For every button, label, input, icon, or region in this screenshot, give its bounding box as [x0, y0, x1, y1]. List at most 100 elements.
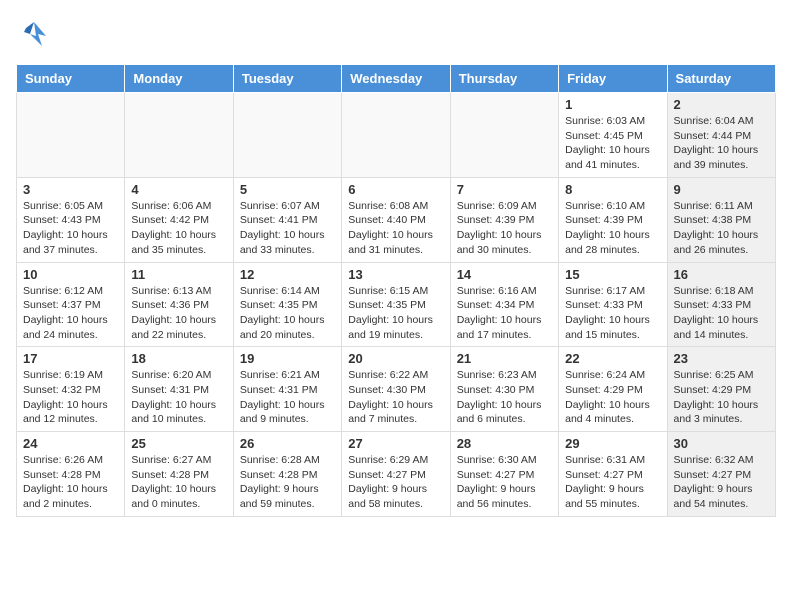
- day-number: 30: [674, 436, 769, 451]
- calendar-cell: 28 Sunrise: 6:30 AM Sunset: 4:27 PM Dayli…: [450, 432, 558, 517]
- day-info: Sunrise: 6:04 AM Sunset: 4:44 PM Dayligh…: [674, 114, 769, 173]
- day-info: Sunrise: 6:11 AM Sunset: 4:38 PM Dayligh…: [674, 199, 769, 258]
- calendar-cell: 14 Sunrise: 6:16 AM Sunset: 4:34 PM Dayli…: [450, 262, 558, 347]
- calendar-cell: 30 Sunrise: 6:32 AM Sunset: 4:27 PM Dayli…: [667, 432, 775, 517]
- day-info: Sunrise: 6:29 AM Sunset: 4:27 PM Dayligh…: [348, 453, 443, 512]
- day-number: 29: [565, 436, 660, 451]
- day-info: Sunrise: 6:24 AM Sunset: 4:29 PM Dayligh…: [565, 368, 660, 427]
- day-info: Sunrise: 6:26 AM Sunset: 4:28 PM Dayligh…: [23, 453, 118, 512]
- calendar-week-3: 17 Sunrise: 6:19 AM Sunset: 4:32 PM Dayli…: [17, 347, 776, 432]
- calendar-cell: [342, 93, 450, 178]
- calendar-cell: 16 Sunrise: 6:18 AM Sunset: 4:33 PM Dayli…: [667, 262, 775, 347]
- calendar: SundayMondayTuesdayWednesdayThursdayFrid…: [16, 64, 776, 517]
- calendar-cell: [233, 93, 341, 178]
- day-number: 5: [240, 182, 335, 197]
- page: SundayMondayTuesdayWednesdayThursdayFrid…: [0, 0, 792, 533]
- calendar-week-0: 1Sunrise: 6:03 AM Sunset: 4:45 PM Daylig…: [17, 93, 776, 178]
- day-number: 21: [457, 351, 552, 366]
- day-info: Sunrise: 6:15 AM Sunset: 4:35 PM Dayligh…: [348, 284, 443, 343]
- day-info: Sunrise: 6:19 AM Sunset: 4:32 PM Dayligh…: [23, 368, 118, 427]
- day-info: Sunrise: 6:22 AM Sunset: 4:30 PM Dayligh…: [348, 368, 443, 427]
- day-info: Sunrise: 6:25 AM Sunset: 4:29 PM Dayligh…: [674, 368, 769, 427]
- day-info: Sunrise: 6:08 AM Sunset: 4:40 PM Dayligh…: [348, 199, 443, 258]
- day-info: Sunrise: 6:09 AM Sunset: 4:39 PM Dayligh…: [457, 199, 552, 258]
- day-number: 7: [457, 182, 552, 197]
- day-number: 23: [674, 351, 769, 366]
- day-number: 13: [348, 267, 443, 282]
- day-info: Sunrise: 6:32 AM Sunset: 4:27 PM Dayligh…: [674, 453, 769, 512]
- calendar-cell: 20 Sunrise: 6:22 AM Sunset: 4:30 PM Dayli…: [342, 347, 450, 432]
- day-number: 27: [348, 436, 443, 451]
- calendar-week-1: 3 Sunrise: 6:05 AM Sunset: 4:43 PM Daylig…: [17, 177, 776, 262]
- calendar-cell: 1Sunrise: 6:03 AM Sunset: 4:45 PM Daylig…: [559, 93, 667, 178]
- calendar-cell: 27 Sunrise: 6:29 AM Sunset: 4:27 PM Dayli…: [342, 432, 450, 517]
- day-header-thursday: Thursday: [450, 65, 558, 93]
- calendar-cell: 11 Sunrise: 6:13 AM Sunset: 4:36 PM Dayli…: [125, 262, 233, 347]
- day-info: Sunrise: 6:27 AM Sunset: 4:28 PM Dayligh…: [131, 453, 226, 512]
- day-header-wednesday: Wednesday: [342, 65, 450, 93]
- day-info: Sunrise: 6:17 AM Sunset: 4:33 PM Dayligh…: [565, 284, 660, 343]
- day-info: Sunrise: 6:07 AM Sunset: 4:41 PM Dayligh…: [240, 199, 335, 258]
- calendar-cell: [125, 93, 233, 178]
- day-number: 16: [674, 267, 769, 282]
- calendar-cell: 21Sunrise: 6:23 AM Sunset: 4:30 PM Dayli…: [450, 347, 558, 432]
- day-info: Sunrise: 6:28 AM Sunset: 4:28 PM Dayligh…: [240, 453, 335, 512]
- calendar-cell: 8 Sunrise: 6:10 AM Sunset: 4:39 PM Daylig…: [559, 177, 667, 262]
- calendar-cell: 18Sunrise: 6:20 AM Sunset: 4:31 PM Dayli…: [125, 347, 233, 432]
- day-info: Sunrise: 6:30 AM Sunset: 4:27 PM Dayligh…: [457, 453, 552, 512]
- calendar-cell: 17 Sunrise: 6:19 AM Sunset: 4:32 PM Dayli…: [17, 347, 125, 432]
- day-info: Sunrise: 6:31 AM Sunset: 4:27 PM Dayligh…: [565, 453, 660, 512]
- day-number: 15: [565, 267, 660, 282]
- day-header-sunday: Sunday: [17, 65, 125, 93]
- calendar-cell: 6Sunrise: 6:08 AM Sunset: 4:40 PM Daylig…: [342, 177, 450, 262]
- day-number: 2: [674, 97, 769, 112]
- logo-icon: [16, 16, 52, 52]
- day-info: Sunrise: 6:10 AM Sunset: 4:39 PM Dayligh…: [565, 199, 660, 258]
- day-info: Sunrise: 6:16 AM Sunset: 4:34 PM Dayligh…: [457, 284, 552, 343]
- calendar-cell: 2 Sunrise: 6:04 AM Sunset: 4:44 PM Daylig…: [667, 93, 775, 178]
- day-info: Sunrise: 6:14 AM Sunset: 4:35 PM Dayligh…: [240, 284, 335, 343]
- day-header-monday: Monday: [125, 65, 233, 93]
- calendar-header-row: SundayMondayTuesdayWednesdayThursdayFrid…: [17, 65, 776, 93]
- day-number: 19: [240, 351, 335, 366]
- day-info: Sunrise: 6:13 AM Sunset: 4:36 PM Dayligh…: [131, 284, 226, 343]
- calendar-cell: 13 Sunrise: 6:15 AM Sunset: 4:35 PM Dayli…: [342, 262, 450, 347]
- calendar-cell: [17, 93, 125, 178]
- day-number: 22: [565, 351, 660, 366]
- day-info: Sunrise: 6:20 AM Sunset: 4:31 PM Dayligh…: [131, 368, 226, 427]
- day-info: Sunrise: 6:18 AM Sunset: 4:33 PM Dayligh…: [674, 284, 769, 343]
- day-number: 12: [240, 267, 335, 282]
- calendar-cell: 7 Sunrise: 6:09 AM Sunset: 4:39 PM Daylig…: [450, 177, 558, 262]
- day-number: 9: [674, 182, 769, 197]
- day-header-tuesday: Tuesday: [233, 65, 341, 93]
- calendar-cell: 12 Sunrise: 6:14 AM Sunset: 4:35 PM Dayli…: [233, 262, 341, 347]
- day-info: Sunrise: 6:03 AM Sunset: 4:45 PM Dayligh…: [565, 114, 660, 173]
- day-number: 4: [131, 182, 226, 197]
- day-number: 28: [457, 436, 552, 451]
- calendar-week-4: 24 Sunrise: 6:26 AM Sunset: 4:28 PM Dayli…: [17, 432, 776, 517]
- header: [16, 16, 776, 52]
- day-number: 10: [23, 267, 118, 282]
- calendar-cell: 23 Sunrise: 6:25 AM Sunset: 4:29 PM Dayli…: [667, 347, 775, 432]
- day-number: 17: [23, 351, 118, 366]
- day-number: 11: [131, 267, 226, 282]
- day-info: Sunrise: 6:06 AM Sunset: 4:42 PM Dayligh…: [131, 199, 226, 258]
- day-number: 3: [23, 182, 118, 197]
- calendar-cell: 24 Sunrise: 6:26 AM Sunset: 4:28 PM Dayli…: [17, 432, 125, 517]
- calendar-cell: 3 Sunrise: 6:05 AM Sunset: 4:43 PM Daylig…: [17, 177, 125, 262]
- day-number: 20: [348, 351, 443, 366]
- day-number: 14: [457, 267, 552, 282]
- calendar-cell: 5 Sunrise: 6:07 AM Sunset: 4:41 PM Daylig…: [233, 177, 341, 262]
- day-number: 8: [565, 182, 660, 197]
- calendar-cell: 25Sunrise: 6:27 AM Sunset: 4:28 PM Dayli…: [125, 432, 233, 517]
- calendar-cell: 29 Sunrise: 6:31 AM Sunset: 4:27 PM Dayli…: [559, 432, 667, 517]
- day-header-friday: Friday: [559, 65, 667, 93]
- calendar-cell: 10 Sunrise: 6:12 AM Sunset: 4:37 PM Dayli…: [17, 262, 125, 347]
- calendar-cell: 22 Sunrise: 6:24 AM Sunset: 4:29 PM Dayli…: [559, 347, 667, 432]
- day-info: Sunrise: 6:12 AM Sunset: 4:37 PM Dayligh…: [23, 284, 118, 343]
- calendar-cell: 26Sunrise: 6:28 AM Sunset: 4:28 PM Dayli…: [233, 432, 341, 517]
- calendar-cell: 19Sunrise: 6:21 AM Sunset: 4:31 PM Dayli…: [233, 347, 341, 432]
- day-info: Sunrise: 6:05 AM Sunset: 4:43 PM Dayligh…: [23, 199, 118, 258]
- calendar-cell: 15 Sunrise: 6:17 AM Sunset: 4:33 PM Dayli…: [559, 262, 667, 347]
- day-number: 24: [23, 436, 118, 451]
